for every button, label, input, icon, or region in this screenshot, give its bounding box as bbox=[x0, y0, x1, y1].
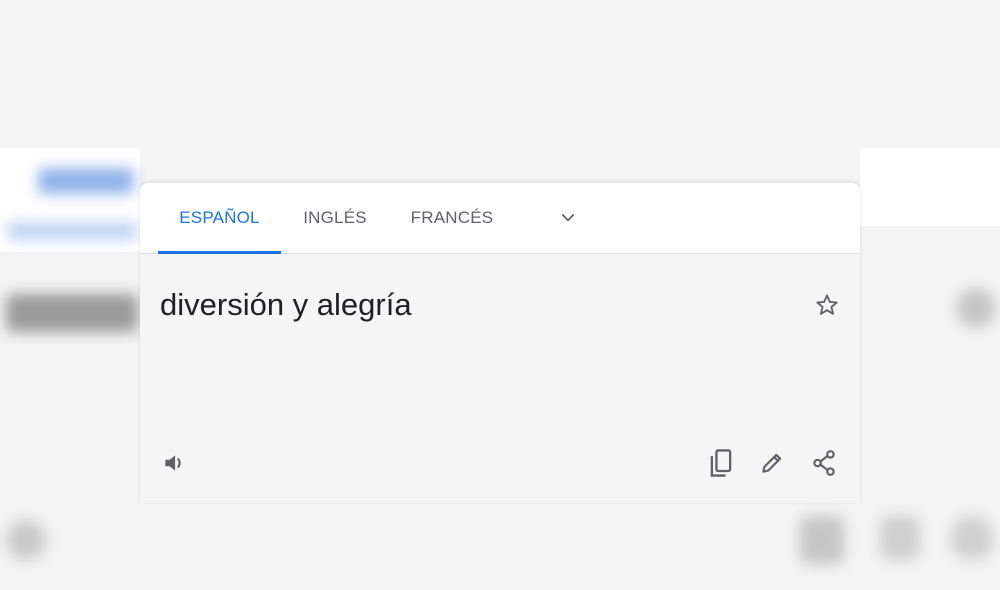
copy-button[interactable] bbox=[703, 445, 739, 481]
translation-text: diversión y alegría bbox=[160, 287, 412, 322]
copy-icon bbox=[710, 449, 732, 477]
blurred-icon-left bbox=[6, 520, 46, 560]
background-panel-right bbox=[860, 148, 1000, 226]
more-languages-button[interactable] bbox=[548, 183, 588, 253]
blurred-icon-right bbox=[956, 288, 996, 328]
tab-english[interactable]: INGLÉS bbox=[285, 183, 385, 253]
edit-button[interactable] bbox=[754, 445, 790, 481]
chevron-down-icon bbox=[561, 214, 575, 222]
blurred-link bbox=[8, 222, 136, 240]
share-icon bbox=[813, 450, 835, 476]
blurred-text bbox=[6, 294, 138, 332]
tab-french[interactable]: FRANCÉS bbox=[402, 183, 502, 253]
favorite-button[interactable] bbox=[809, 287, 845, 323]
tab-spanish[interactable]: ESPAÑOL bbox=[158, 183, 281, 254]
translation-card: ESPAÑOL INGLÉS FRANCÉS diversión y alegr… bbox=[140, 183, 860, 503]
share-button[interactable] bbox=[806, 445, 842, 481]
speaker-icon bbox=[165, 455, 181, 471]
blurred-button bbox=[38, 168, 134, 194]
language-tabs: ESPAÑOL INGLÉS FRANCÉS bbox=[140, 183, 860, 254]
blurred-icon-1 bbox=[800, 516, 844, 564]
blurred-icon-3 bbox=[950, 516, 994, 560]
blurred-icon-2 bbox=[880, 516, 920, 560]
listen-button[interactable] bbox=[156, 445, 192, 481]
pencil-icon bbox=[762, 453, 782, 473]
star-outline-icon bbox=[816, 294, 838, 315]
